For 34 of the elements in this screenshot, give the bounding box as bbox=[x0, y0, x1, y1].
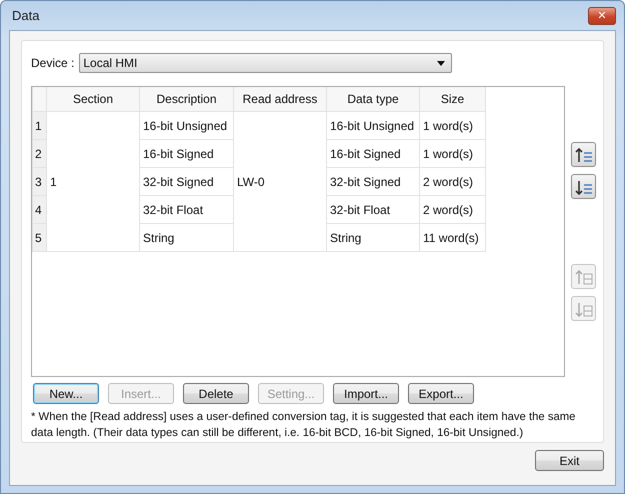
exit-button[interactable]: Exit bbox=[535, 450, 604, 471]
action-button[interactable]: New... bbox=[33, 383, 99, 404]
column-header[interactable]: Data type bbox=[326, 87, 420, 112]
close-button[interactable]: ✕ bbox=[588, 6, 616, 24]
row-number: 3 bbox=[32, 168, 46, 196]
row-number: 1 bbox=[32, 112, 46, 140]
column-header[interactable]: Size bbox=[420, 87, 486, 112]
table-cell: 32-bit Signed bbox=[326, 168, 420, 196]
column-header[interactable]: Read address bbox=[234, 87, 326, 112]
toolbar-button[interactable] bbox=[571, 142, 596, 167]
table-cell: 16-bit Signed bbox=[326, 140, 420, 168]
device-label: Device : bbox=[31, 56, 74, 70]
window-title: Data bbox=[12, 8, 40, 23]
toolbar-button[interactable] bbox=[571, 174, 596, 199]
note-text: * When the [Read address] uses a user-defined conversion tag, it is suggested that each item have the same data length. (Their data types can still be different, i.e. 16-bit BCD, 16-bit Signed, 16-bit Unsigned.) bbox=[31, 410, 576, 441]
action-button[interactable]: Import... bbox=[333, 383, 399, 404]
device-dropdown[interactable]: Local HMI bbox=[79, 53, 452, 73]
table-cell: LW-0 bbox=[234, 112, 326, 252]
table-cell: 16-bit Unsigned bbox=[140, 112, 234, 140]
table-cell: 16-bit Unsigned bbox=[326, 112, 420, 140]
action-button[interactable]: Delete bbox=[183, 383, 249, 404]
table-cell: 2 word(s) bbox=[420, 196, 486, 224]
table-cell: 1 word(s) bbox=[420, 140, 486, 168]
table-cell: 2 word(s) bbox=[420, 168, 486, 196]
row-number: 2 bbox=[32, 140, 46, 168]
row-number: 5 bbox=[32, 224, 46, 252]
table-cell: 32-bit Float bbox=[326, 196, 420, 224]
column-header[interactable]: Description bbox=[140, 87, 234, 112]
table-cell: String bbox=[326, 224, 420, 252]
column-header[interactable]: Section bbox=[46, 87, 140, 112]
table-cell: 11 word(s) bbox=[420, 224, 486, 252]
action-button[interactable]: Export... bbox=[408, 383, 474, 404]
row-number: 4 bbox=[32, 196, 46, 224]
table-cell: 1 word(s) bbox=[420, 112, 486, 140]
